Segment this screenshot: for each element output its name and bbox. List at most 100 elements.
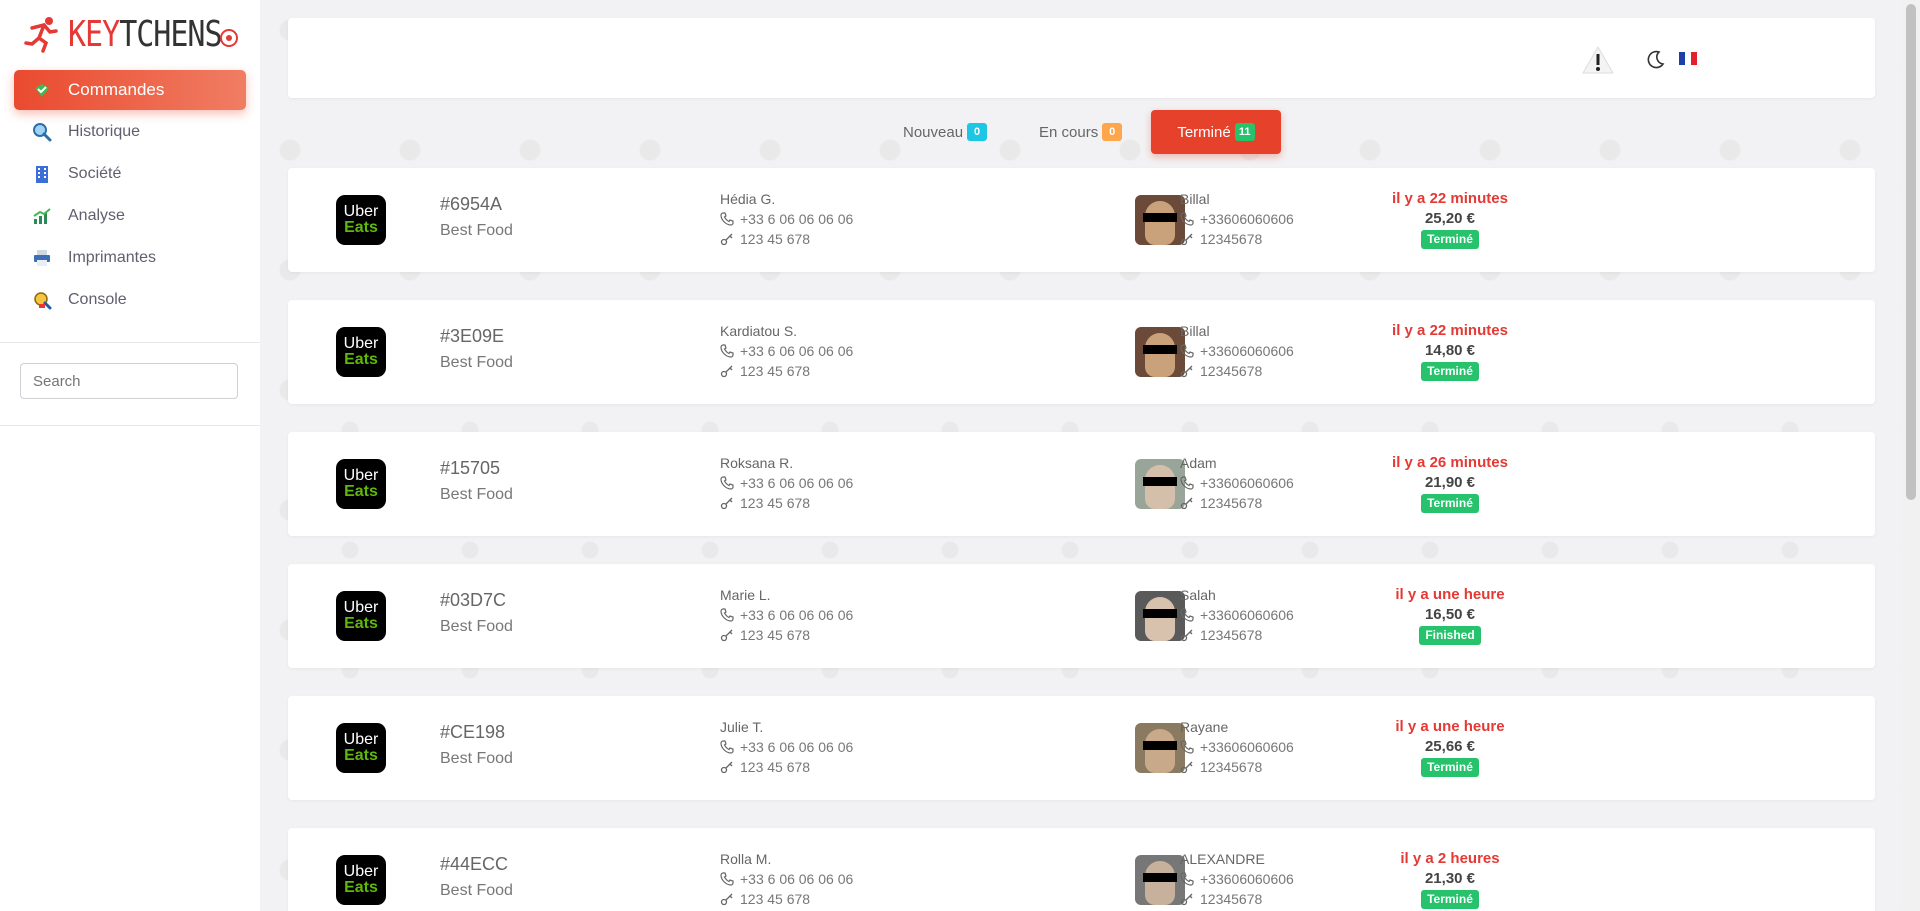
moon-icon[interactable]	[1646, 49, 1666, 69]
order-card[interactable]: Uber Eats #15705 Best Food Roksana R. +3…	[288, 432, 1875, 536]
courier-avatar	[1135, 327, 1185, 377]
scrollbar-thumb[interactable]	[1906, 4, 1916, 500]
order-amount: 14,80 €	[1424, 342, 1476, 359]
key-icon	[1180, 629, 1193, 642]
sidebar-toggle-icon[interactable]	[218, 27, 240, 49]
order-shop: Best Food	[440, 486, 513, 503]
order-id: #03D7C	[440, 590, 507, 610]
status-badge: Terminé	[1421, 362, 1479, 381]
brand-name: KEYTCHENS	[68, 13, 223, 55]
courier-phone-row: +33606060606	[1180, 869, 1294, 889]
courier-phone-row: +33606060606	[1180, 341, 1294, 361]
order-amount: 16,50 €	[1424, 606, 1476, 623]
orders-check-icon	[35, 84, 49, 97]
sidebar-item-console[interactable]: Console	[14, 280, 246, 320]
customer-code: 123 45 678	[740, 627, 811, 643]
customer-phone: +33 6 06 06 06 06	[740, 871, 854, 887]
key-icon	[1180, 761, 1193, 774]
phone-icon	[720, 212, 734, 226]
sidebar-item-analyse[interactable]: Analyse	[14, 196, 246, 236]
order-time: il y a 2 heures	[1400, 850, 1500, 867]
uber-eats-logo: Uber Eats	[336, 459, 386, 509]
count-badge: 0	[1102, 123, 1123, 141]
alert-icon[interactable]	[1581, 45, 1615, 75]
order-card[interactable]: Uber Eats #CE198 Best Food Julie T. +33 …	[288, 696, 1875, 800]
order-card[interactable]: Uber Eats #03D7C Best Food Marie L. +33 …	[288, 564, 1875, 668]
courier-code-row: 12345678	[1180, 229, 1294, 249]
tab-termine[interactable]: Terminé 11	[1151, 110, 1281, 154]
customer-phone: +33 6 06 06 06 06	[740, 343, 854, 359]
courier-phone-row: +33606060606	[1180, 473, 1294, 493]
customer-name: Julie T.	[720, 719, 764, 735]
sidebar-nav: Commandes Historique Société Analyse Imp…	[14, 70, 246, 322]
customer-info: Rolla M. +33 6 06 06 06 06 123 45 678	[720, 849, 853, 909]
phone-icon	[1180, 344, 1194, 358]
uber-eats-logo: Uber Eats	[336, 195, 386, 245]
flag-fr-icon[interactable]	[1679, 52, 1697, 65]
sidebar-item-label: Historique	[68, 123, 141, 140]
order-card[interactable]: Uber Eats #44ECC Best Food Rolla M. +33 …	[288, 828, 1875, 911]
courier-avatar	[1135, 591, 1185, 641]
customer-code-row: 123 45 678	[720, 757, 853, 777]
phone-icon	[1180, 212, 1194, 226]
sidebar-item-historique[interactable]: Historique	[14, 112, 246, 152]
status-badge: Finished	[1419, 626, 1481, 645]
customer-name: Hédia G.	[720, 191, 776, 207]
tab-en-cours[interactable]: En cours 0	[1039, 110, 1123, 154]
status-badge: Terminé	[1421, 230, 1479, 249]
order-id: #3E09E	[440, 326, 505, 346]
courier-phone: +33606060606	[1200, 343, 1294, 359]
courier-code-row: 12345678	[1180, 493, 1294, 513]
courier-info: Rayane +33606060606 12345678	[1180, 717, 1294, 777]
customer-phone: +33 6 06 06 06 06	[740, 211, 854, 227]
customer-name: Marie L.	[720, 587, 771, 603]
uber-eats-logo: Uber Eats	[336, 327, 386, 377]
scrollbar[interactable]	[1902, 0, 1920, 911]
sidebar-item-commandes[interactable]: Commandes	[14, 70, 246, 110]
courier-code-row: 12345678	[1180, 889, 1294, 909]
sidebar-item-label: Société	[68, 165, 122, 182]
customer-code: 123 45 678	[740, 363, 811, 379]
customer-info: Hédia G. +33 6 06 06 06 06 123 45 678	[720, 189, 853, 249]
courier-code-row: 12345678	[1180, 625, 1294, 645]
customer-phone: +33 6 06 06 06 06	[740, 475, 854, 491]
search-input[interactable]	[31, 371, 234, 391]
tab-nouveau[interactable]: Nouveau 0	[903, 110, 988, 154]
customer-code: 123 45 678	[740, 759, 811, 775]
courier-phone-row: +33606060606	[1180, 737, 1294, 757]
count-badge: 0	[967, 123, 988, 141]
sidebar-item-imprimantes[interactable]: Imprimantes	[14, 238, 246, 278]
sidebar-item-label: Analyse	[68, 207, 125, 224]
order-time: il y a une heure	[1395, 586, 1505, 603]
key-icon	[1180, 893, 1193, 906]
customer-code: 123 45 678	[740, 891, 811, 907]
status-badge: Terminé	[1421, 758, 1479, 777]
phone-icon	[720, 872, 734, 886]
customer-code-row: 123 45 678	[720, 361, 853, 381]
key-icon	[720, 497, 733, 510]
courier-info: Salah +33606060606 12345678	[1180, 585, 1294, 645]
order-shop: Best Food	[440, 222, 513, 239]
order-card[interactable]: Uber Eats #3E09E Best Food Kardiatou S. …	[288, 300, 1875, 404]
customer-phone-row: +33 6 06 06 06 06	[720, 869, 853, 889]
order-time: il y a 22 minutes	[1392, 190, 1508, 207]
uber-eats-logo: Uber Eats	[336, 855, 386, 905]
sidebar-item-societe[interactable]: Société	[14, 154, 246, 194]
order-shop: Best Food	[440, 618, 513, 635]
search-select[interactable]	[20, 363, 238, 399]
phone-icon	[1180, 740, 1194, 754]
brand-logo[interactable]: KEYTCHENS	[22, 13, 223, 55]
courier-name: ALEXANDRE	[1180, 851, 1265, 867]
order-time: il y a 22 minutes	[1392, 322, 1508, 339]
order-status: il y a 22 minutes 25,20 € Terminé	[1375, 189, 1525, 249]
customer-code-row: 123 45 678	[720, 229, 853, 249]
building-icon	[36, 166, 48, 183]
order-card[interactable]: Uber Eats #6954A Best Food Hédia G. +33 …	[288, 168, 1875, 272]
courier-code: 12345678	[1200, 759, 1263, 775]
printer-icon	[34, 250, 50, 266]
top-bar	[288, 18, 1875, 98]
key-icon	[1180, 233, 1193, 246]
order-status: il y a une heure 25,66 € Terminé	[1375, 717, 1525, 777]
sidebar-item-label: Commandes	[68, 80, 165, 99]
order-time: il y a 26 minutes	[1392, 454, 1508, 471]
